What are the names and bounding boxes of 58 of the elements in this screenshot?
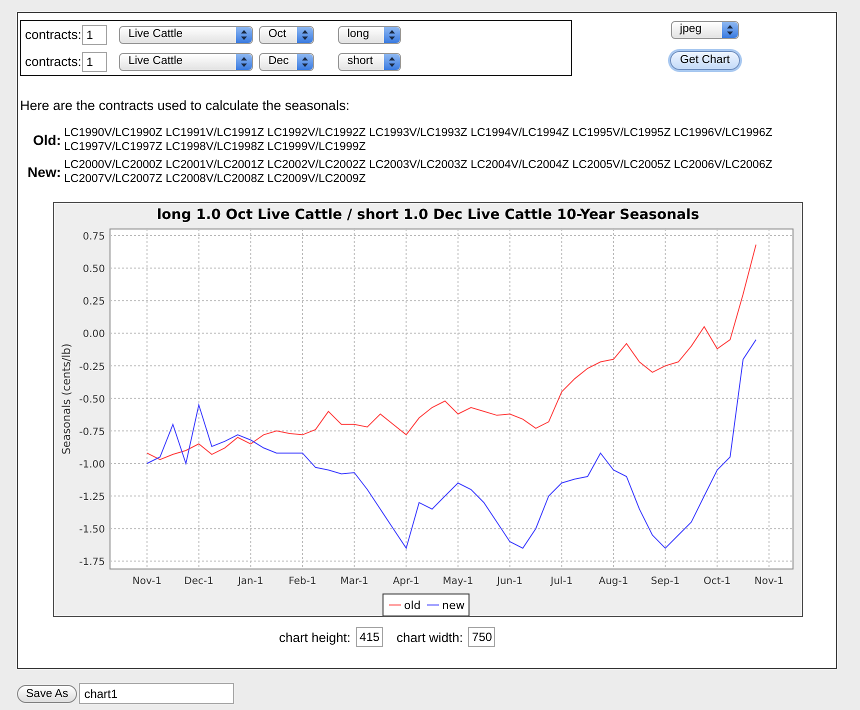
month-select[interactable]: Oct — [259, 26, 314, 44]
size-label: chart width: — [396, 628, 464, 646]
side-select[interactable]: short — [338, 52, 402, 70]
y-tick-label: 0.00 — [82, 329, 105, 340]
size-field[interactable]: 750 — [468, 627, 496, 648]
y-tick-label: 0.25 — [82, 296, 105, 308]
side-select[interactable]: long — [338, 26, 402, 44]
x-tick-label: Apr-1 — [392, 576, 420, 588]
chart-title: long 1.0 Oct Live Cattle / short 1.0 Dec Live Cattle 10-Year Seasonals — [156, 207, 700, 224]
stepper-icon — [722, 22, 738, 38]
list-label: Old: — [32, 130, 62, 150]
legend-label: new — [442, 599, 465, 612]
format-select[interactable]: jpeg — [670, 21, 739, 39]
size-label: chart height: — [278, 628, 351, 647]
y-tick-label: -0.75 — [79, 427, 105, 438]
y-tick-label: -0.50 — [79, 394, 105, 406]
stepper-icon — [236, 26, 252, 42]
y-tick-label: -1.00 — [79, 460, 105, 471]
x-tick-label: Aug-1 — [598, 576, 628, 588]
stepper-icon — [297, 26, 314, 42]
x-tick-label: Jul-1 — [550, 576, 573, 588]
x-tick-label: May-1 — [442, 576, 474, 588]
y-tick-label: -1.75 — [79, 557, 105, 568]
x-tick-label: Mar-1 — [340, 576, 368, 588]
x-tick-label: Nov-1 — [754, 576, 784, 588]
save-as-button[interactable]: Save As — [17, 684, 78, 702]
x-tick-label: Jan-1 — [238, 576, 264, 588]
y-tick-label: 0.75 — [82, 232, 105, 243]
list-label: New: — [26, 162, 62, 182]
x-tick-label: Feb-1 — [288, 576, 316, 588]
contracts-label: contracts: — [25, 52, 82, 71]
contract-list: LC2000V/LC2000Z LC2001V/LC2001Z LC2002V/LC2002Z LC2003V/LC2003Z LC2004V/LC2004Z LC2005V/LC2005Z LC2006V/LC2006Z LC2007V/LC2007Z LC2008V/LC2008Z LC2009V/LC2009Z — [64, 158, 824, 186]
contracts-label: contracts: — [25, 26, 82, 44]
y-axis-label: Seasonals (cents/lb) — [60, 344, 73, 455]
x-tick-label: Nov-1 — [132, 576, 162, 588]
y-tick-label: -1.50 — [79, 524, 105, 536]
y-tick-label: 0.50 — [82, 264, 105, 276]
stepper-icon — [384, 54, 400, 70]
y-tick-label: -1.25 — [79, 492, 105, 504]
get-chart-button[interactable]: Get Chart — [670, 51, 740, 70]
x-tick-label: Jun-1 — [497, 576, 523, 588]
quantity-field[interactable]: 1 — [82, 24, 108, 44]
x-tick-label: Sep-1 — [650, 576, 680, 588]
x-tick-label: Oct-1 — [704, 576, 731, 588]
x-tick-label: Dec-1 — [184, 576, 214, 588]
quantity-field[interactable]: 1 — [82, 52, 108, 72]
size-field[interactable]: 415 — [356, 627, 383, 648]
stepper-icon — [297, 54, 314, 70]
intro-text: Here are the contracts used to calculate the seasonals: — [20, 97, 350, 115]
commodity-select[interactable]: Live Cattle — [119, 26, 254, 44]
contract-list: LC1990V/LC1990Z LC1991V/LC1991Z LC1992V/LC1992Z LC1993V/LC1993Z LC1994V/LC1994Z LC1995V/LC1995Z LC1996V/LC1996Z LC1997V/LC1997Z LC1998V/LC1998Z LC1999V/LC1999Z — [64, 126, 824, 154]
stepper-icon — [384, 26, 400, 42]
commodity-select[interactable]: Live Cattle — [119, 52, 254, 70]
filename-field[interactable]: chart1 — [79, 683, 234, 704]
stepper-icon — [236, 54, 252, 70]
legend-label: old — [404, 599, 421, 612]
y-tick-label: -0.25 — [79, 362, 105, 374]
month-select[interactable]: Dec — [259, 52, 314, 70]
